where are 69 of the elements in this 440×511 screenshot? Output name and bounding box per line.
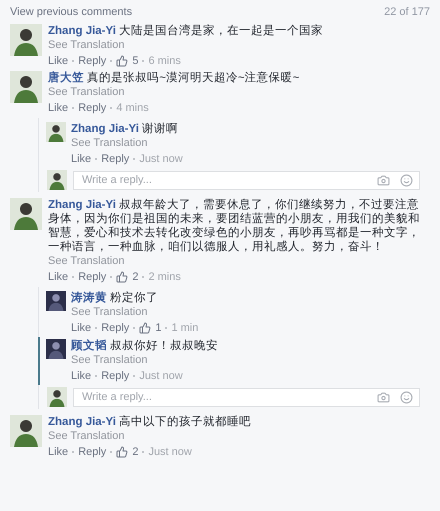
author-name[interactable]: Zhang Jia-Yi bbox=[48, 199, 116, 211]
comment-count: 22 of 177 bbox=[384, 6, 430, 18]
like-link[interactable]: Like bbox=[71, 321, 92, 335]
avatar bbox=[10, 198, 42, 230]
reply-box[interactable]: Write a reply... bbox=[73, 170, 420, 190]
reply-input[interactable]: Write a reply... bbox=[80, 173, 367, 187]
author-name[interactable]: 顾文韬 bbox=[71, 340, 107, 352]
reply-input[interactable]: Write a reply... bbox=[80, 390, 367, 404]
avatar bbox=[10, 24, 42, 56]
comment-text: Zhang Jia-Yi 大陆是国台湾是家，在一起是一个国家 bbox=[48, 24, 324, 38]
timestamp: Just now bbox=[148, 445, 192, 459]
avatar bbox=[47, 387, 67, 407]
like-link[interactable]: Like bbox=[48, 270, 68, 284]
reply-link[interactable]: Reply bbox=[101, 152, 130, 166]
like-link[interactable]: Like bbox=[48, 54, 68, 68]
reply-link[interactable]: Reply bbox=[78, 270, 106, 284]
like-link[interactable]: Like bbox=[48, 445, 68, 459]
author-name[interactable]: Zhang Jia-Yi bbox=[48, 416, 116, 428]
timestamp: 6 mins bbox=[148, 54, 181, 68]
see-translation-link[interactable]: See Translation bbox=[71, 353, 148, 367]
comment-text: 涛涛黄 粉定你了 bbox=[71, 291, 160, 305]
comment-text: 唐大笠 真的是张叔吗~漠河明天超冷~注意保暖~ bbox=[48, 71, 300, 85]
emoji-icon[interactable] bbox=[400, 390, 413, 404]
view-previous-comments-link[interactable]: View previous comments bbox=[10, 6, 132, 18]
comment-text: Zhang Jia-Yi 谢谢啊 bbox=[71, 122, 180, 136]
avatar bbox=[10, 415, 42, 447]
timestamp: 1 min bbox=[171, 321, 198, 335]
like-count: 2 bbox=[132, 445, 138, 459]
timestamp: Just now bbox=[139, 152, 183, 166]
like-count: 1 bbox=[155, 321, 162, 335]
reply-box[interactable]: Write a reply... bbox=[73, 388, 420, 406]
like-link[interactable]: Like bbox=[71, 369, 92, 383]
reply-link[interactable]: Reply bbox=[78, 54, 106, 68]
avatar bbox=[46, 291, 66, 311]
author-name[interactable]: 涛涛黄 bbox=[71, 292, 107, 304]
see-translation-link[interactable]: See Translation bbox=[71, 136, 148, 150]
reply-link[interactable]: Reply bbox=[101, 369, 130, 383]
see-translation-link[interactable]: See Translation bbox=[48, 38, 124, 52]
like-link[interactable]: Like bbox=[48, 101, 68, 115]
thumbs-up-icon bbox=[116, 55, 128, 67]
emoji-icon[interactable] bbox=[400, 174, 413, 186]
camera-icon[interactable] bbox=[377, 390, 390, 404]
author-name[interactable]: 唐大笠 bbox=[48, 72, 84, 84]
reply-link[interactable]: Reply bbox=[78, 101, 106, 115]
comment-text: Zhang Jia-Yi 高中以下的孩子就都睡吧 bbox=[48, 415, 252, 429]
timestamp: 2 mins bbox=[148, 270, 181, 284]
like-count: 5 bbox=[132, 54, 138, 68]
author-name[interactable]: Zhang Jia-Yi bbox=[48, 25, 116, 37]
comment-text: 顾文韬 叔叔你好！叔叔晚安 bbox=[71, 339, 220, 353]
see-translation-link[interactable]: See Translation bbox=[71, 305, 148, 319]
like-link[interactable]: Like bbox=[71, 152, 92, 166]
avatar bbox=[10, 71, 42, 103]
timestamp: 4 mins bbox=[116, 101, 149, 115]
camera-icon[interactable] bbox=[377, 174, 390, 186]
see-translation-link[interactable]: See Translation bbox=[48, 254, 124, 268]
like-count: 2 bbox=[132, 270, 138, 284]
comment-text: Zhang Jia-Yi 叔叔年龄大了，需要休息了，你们继续努力，不过要注意身体，因为你们是祖国的未来，要团结蓝营的小朋友，用我们的美貌和智慧，爱心和技术去转化改变绿色的小朋友，再吵再骂都是一种文字，一种语言，一种血脉，咱们以德服人，用礼感人。努力，奋斗！ bbox=[48, 198, 421, 254]
author-name[interactable]: Zhang Jia-Yi bbox=[71, 123, 139, 135]
see-translation-link[interactable]: See Translation bbox=[48, 429, 124, 443]
see-translation-link[interactable]: See Translation bbox=[48, 85, 124, 99]
avatar bbox=[47, 170, 67, 190]
thumbs-up-icon bbox=[139, 322, 152, 334]
reply-link[interactable]: Reply bbox=[78, 445, 106, 459]
thumbs-up-icon bbox=[116, 446, 128, 458]
avatar bbox=[46, 339, 66, 359]
reply-link[interactable]: Reply bbox=[101, 321, 130, 335]
timestamp: Just now bbox=[139, 369, 183, 383]
avatar bbox=[46, 122, 66, 142]
thumbs-up-icon bbox=[116, 271, 128, 283]
